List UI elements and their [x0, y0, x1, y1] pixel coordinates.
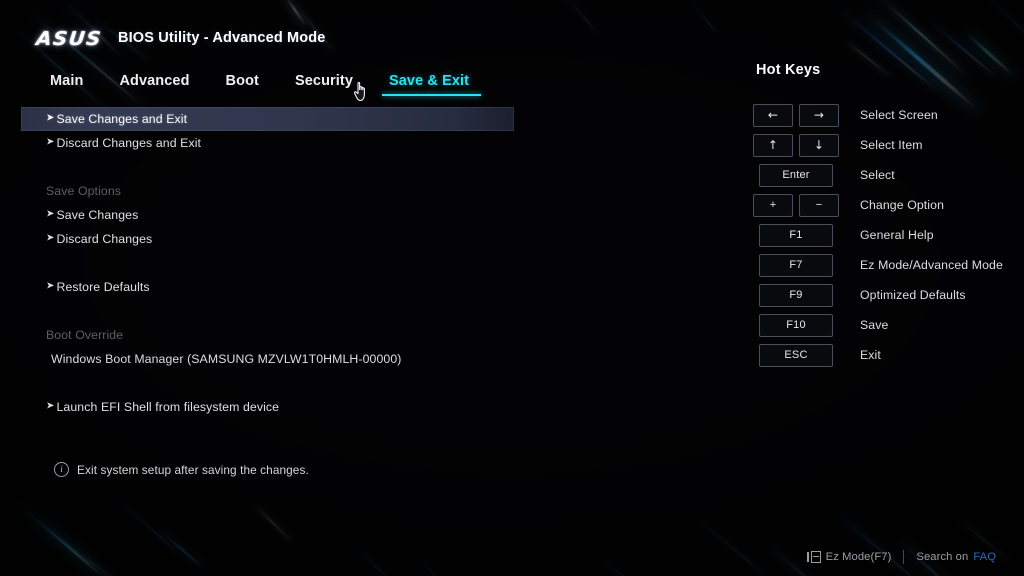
menu-item-label: Save Changes	[56, 208, 139, 222]
menu-item-save-changes-and-exit[interactable]: ➤ Save Changes and Exit	[21, 107, 514, 131]
hotkey-row-ez-mode-advanced-mode: F7 Ez Mode/Advanced Mode	[742, 250, 1024, 280]
info-icon: i	[54, 462, 69, 477]
menu-item-label: Windows Boot Manager (SAMSUNG MZVLW1T0HM…	[51, 352, 402, 366]
hotkey-row-select-item: ↑ ↓ Select Item	[742, 130, 1024, 160]
hotkey-label: Select Item	[860, 138, 923, 152]
menu-item-launch-efi-shell-from-filesystem-device[interactable]: ➤ Launch EFI Shell from filesystem device	[0, 395, 700, 419]
ez-mode-icon	[807, 551, 821, 563]
menu-item-label: Boot Override	[46, 328, 124, 342]
hotkey-row-select-screen: ← → Select Screen	[742, 100, 1024, 130]
keycap[interactable]: F10	[759, 313, 833, 337]
menu-spacer	[0, 299, 700, 323]
menu-item-label: Restore Defaults	[56, 280, 150, 294]
menu-spacer	[0, 371, 700, 395]
hotkey-label: Ez Mode/Advanced Mode	[860, 258, 1003, 272]
hotkey-keycaps: F7	[754, 253, 838, 277]
tab-save-exit[interactable]: Save & Exit	[371, 73, 487, 96]
keycap[interactable]: −	[799, 193, 839, 217]
hotkey-label: Save	[860, 318, 889, 332]
bios-screen: ASUS BIOS Utility - Advanced Mode Main Ad…	[0, 0, 1024, 576]
hotkey-row-select: Enter Select	[742, 160, 1024, 190]
menu-item-discard-changes[interactable]: ➤ Discard Changes	[0, 227, 700, 251]
tab-security[interactable]: Security	[277, 73, 371, 96]
keycap[interactable]: F1	[759, 223, 833, 247]
ez-mode-label: Ez Mode(F7)	[825, 551, 892, 563]
menu-item-restore-defaults[interactable]: ➤ Restore Defaults	[0, 275, 700, 299]
keycap[interactable]: ←	[753, 103, 793, 127]
menu-section-boot-override: Boot Override	[0, 323, 700, 347]
footer-bar: Ez Mode(F7) Search on FAQ	[795, 550, 1008, 564]
hotkey-label: General Help	[860, 228, 934, 242]
hotkey-keycaps: ESC	[754, 343, 838, 367]
hotkey-keycaps: F9	[754, 283, 838, 307]
hotkeys-panel: Hot Keys ← → Select Screen ↑ ↓ Select Item Ent…	[742, 62, 1024, 370]
hotkey-keycaps: F10	[754, 313, 838, 337]
header: ASUS BIOS Utility - Advanced Mode	[0, 0, 1024, 68]
asus-logo: ASUS	[35, 28, 103, 50]
hotkey-label: Change Option	[860, 198, 945, 212]
main-tabbar: Main Advanced Boot Security Save & Exit	[46, 73, 487, 96]
submenu-arrow-icon: ➤	[46, 112, 55, 124]
hotkey-label: Select	[860, 168, 895, 182]
hotkey-keycaps: ← →	[753, 103, 839, 127]
menu-item-label: Discard Changes	[56, 232, 153, 246]
hotkeys-list: ← → Select Screen ↑ ↓ Select Item Enter Select +…	[742, 100, 1024, 370]
keycap[interactable]: F9	[759, 283, 833, 307]
hotkey-row-exit: ESC Exit	[742, 340, 1024, 370]
hotkey-row-change-option: + − Change Option	[742, 190, 1024, 220]
help-bar: i Exit system setup after saving the cha…	[54, 462, 309, 477]
menu-item-label: Save Options	[46, 184, 122, 198]
keycap[interactable]: ↑	[753, 133, 793, 157]
hotkey-keycaps: + −	[753, 193, 839, 217]
menu-item-save-changes[interactable]: ➤ Save Changes	[0, 203, 700, 227]
hotkey-label: Optimized Defaults	[860, 288, 966, 302]
hotkey-keycaps: Enter	[754, 163, 838, 187]
submenu-arrow-icon: ➤	[46, 400, 55, 412]
hotkey-row-save: F10 Save	[742, 310, 1024, 340]
submenu-arrow-icon: ➤	[46, 232, 55, 244]
submenu-arrow-icon: ➤	[46, 280, 55, 292]
submenu-arrow-icon: ➤	[46, 136, 55, 148]
page-title: BIOS Utility - Advanced Mode	[118, 30, 326, 46]
menu-item-label: Launch EFI Shell from filesystem device	[56, 400, 280, 414]
hotkey-label: Exit	[860, 348, 881, 362]
keycap[interactable]: ↓	[799, 133, 839, 157]
ez-mode-button[interactable]: Ez Mode(F7)	[795, 551, 903, 563]
hotkey-keycaps: ↑ ↓	[753, 133, 839, 157]
keycap[interactable]: ESC	[759, 343, 833, 367]
search-faq-label: Search on	[916, 551, 969, 563]
hotkey-keycaps: F1	[754, 223, 838, 247]
menu-spacer	[0, 155, 700, 179]
settings-menu: ➤ Save Changes and Exit ➤ Discard Changes a…	[0, 107, 700, 419]
hotkey-row-general-help: F1 General Help	[742, 220, 1024, 250]
tab-advanced[interactable]: Advanced	[101, 73, 207, 96]
menu-item-label: Discard Changes and Exit	[56, 136, 202, 150]
hotkey-label: Select Screen	[860, 108, 938, 122]
keycap[interactable]: +	[753, 193, 793, 217]
keycap[interactable]: Enter	[759, 163, 833, 187]
hotkey-row-optimized-defaults: F9 Optimized Defaults	[742, 280, 1024, 310]
tab-boot[interactable]: Boot	[208, 73, 277, 96]
keycap[interactable]: →	[799, 103, 839, 127]
menu-item-windows-boot-manager-samsung-mzvlw1t0hmlh-00000[interactable]: Windows Boot Manager (SAMSUNG MZVLW1T0HM…	[0, 347, 700, 371]
menu-item-discard-changes-and-exit[interactable]: ➤ Discard Changes and Exit	[0, 131, 700, 155]
menu-section-save-options: Save Options	[0, 179, 700, 203]
help-text: Exit system setup after saving the chang…	[77, 462, 309, 477]
keycap[interactable]: F7	[759, 253, 833, 277]
search-faq-button[interactable]: Search on FAQ	[904, 551, 1008, 563]
submenu-arrow-icon: ➤	[46, 208, 55, 220]
menu-item-label: Save Changes and Exit	[56, 112, 188, 126]
tab-main[interactable]: Main	[46, 73, 101, 96]
menu-spacer	[0, 251, 700, 275]
search-faq-accent: FAQ	[973, 551, 996, 563]
